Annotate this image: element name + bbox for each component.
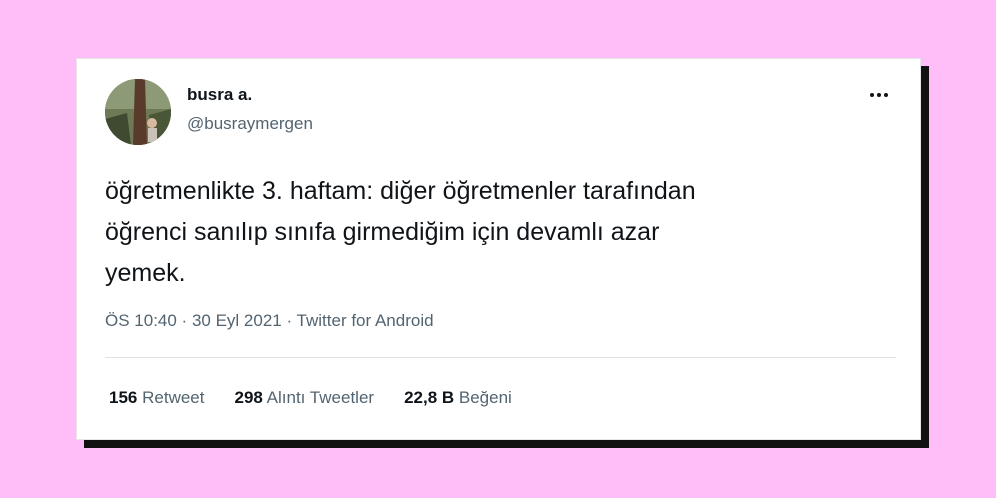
divider bbox=[105, 357, 896, 358]
meta-separator: · bbox=[176, 311, 192, 330]
tweet-stats: 156 Retweet 298 Alıntı Tweetler 22,8 B B… bbox=[109, 388, 512, 408]
stat-value: 156 bbox=[109, 388, 138, 407]
like-count[interactable]: 22,8 B Beğeni bbox=[404, 388, 512, 408]
more-dot bbox=[870, 93, 874, 97]
tweet-card: busra a. @busraymergen öğretmenlikte 3. … bbox=[76, 58, 921, 440]
tweet-meta: ÖS 10:40 · 30 Eyl 2021 · Twitter for And… bbox=[105, 311, 434, 331]
meta-separator: · bbox=[281, 311, 297, 330]
stat-label: Beğeni bbox=[458, 388, 512, 407]
stat-value: 298 bbox=[234, 388, 263, 407]
more-horizontal-icon[interactable] bbox=[864, 83, 894, 107]
stat-label: Retweet bbox=[142, 388, 205, 407]
stat-value: 22,8 B bbox=[404, 388, 455, 407]
more-dot bbox=[884, 93, 888, 97]
tweet-time[interactable]: ÖS 10:40 bbox=[105, 311, 177, 330]
stat-label: Alıntı Tweetler bbox=[266, 388, 375, 407]
tweet-source[interactable]: Twitter for Android bbox=[297, 311, 434, 330]
tweet-text: öğretmenlikte 3. haftam: diğer öğretmenl… bbox=[105, 177, 696, 287]
quote-tweet-count[interactable]: 298 Alıntı Tweetler bbox=[234, 388, 374, 408]
author-name[interactable]: busra a. bbox=[187, 85, 252, 105]
more-dot bbox=[877, 93, 881, 97]
author-handle[interactable]: @busraymergen bbox=[187, 114, 313, 134]
retweet-count[interactable]: 156 Retweet bbox=[109, 388, 204, 408]
avatar-photo bbox=[105, 79, 171, 145]
avatar[interactable] bbox=[105, 79, 171, 145]
tweet-date[interactable]: 30 Eyl 2021 bbox=[192, 311, 282, 330]
